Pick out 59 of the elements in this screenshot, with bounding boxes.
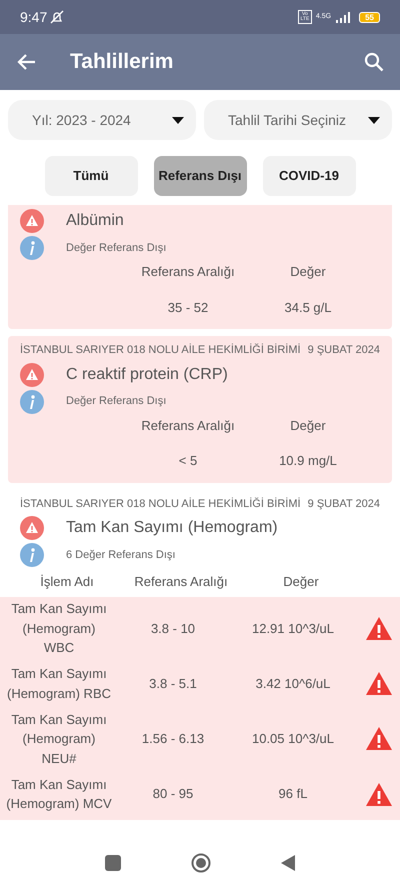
- status-note: Değer Referans Dışı: [66, 240, 166, 256]
- warning-icon: [20, 362, 44, 386]
- test-name: Tam Kan Sayımı (Hemogram) NEU#: [10, 710, 108, 768]
- warning-icon: [20, 516, 44, 540]
- warning-icon: [365, 616, 393, 641]
- reference-range: 80 - 95: [152, 785, 194, 804]
- test-name: C reaktif protein (CRP): [66, 364, 228, 384]
- home-icon[interactable]: [191, 853, 211, 873]
- warning-icon: [365, 671, 393, 696]
- column-header: İşlem Adı: [39, 573, 95, 592]
- column-header: Değer: [289, 416, 327, 435]
- dropdown[interactable]: Yıl: 2023 - 2024: [8, 100, 196, 140]
- result-value: 34.5 g/L: [284, 298, 332, 317]
- caret-icon: [368, 116, 380, 124]
- result-value: 3.42 10^6/uL: [254, 674, 332, 693]
- battery-indicator: 55: [359, 12, 380, 22]
- column-header: Referans Aralığı: [133, 573, 229, 592]
- column-header: Değer: [289, 263, 327, 281]
- filter-tab[interactable]: COVID-19: [262, 156, 356, 196]
- back-arrow-icon[interactable]: [16, 53, 36, 71]
- filter-tab[interactable]: Referans Dışı: [154, 156, 246, 196]
- column-header: Referans Aralığı: [140, 263, 236, 281]
- mute-icon: [50, 10, 64, 24]
- test-name: Tam Kan Sayımı (Hemogram) RBC: [6, 665, 112, 703]
- info-icon: [20, 390, 44, 414]
- result-value: 10.9 mg/L: [278, 452, 338, 470]
- column-header: Referans Aralığı: [140, 416, 236, 435]
- status-note: Değer Referans Dışı: [66, 394, 166, 410]
- test-date: 9 ŞUBAT 2024: [308, 343, 380, 358]
- warning-icon: [365, 782, 393, 806]
- reference-range: 35 - 52: [166, 298, 210, 316]
- dropdown[interactable]: Tahlil Tarihi Seçiniz: [204, 100, 392, 140]
- signal-icon: [335, 12, 352, 22]
- caret-icon: [172, 116, 184, 124]
- result-value: 96 fL: [278, 785, 308, 804]
- column-header: Değer: [282, 573, 320, 592]
- status-note: 6 Değer Referans Dışı: [66, 548, 176, 563]
- recents-icon[interactable]: [105, 855, 121, 871]
- reference-range: < 5: [178, 452, 198, 470]
- warning-icon: [365, 726, 393, 752]
- test-name: Tam Kan Sayımı (Hemogram) WBC: [10, 600, 108, 657]
- info-icon: [20, 236, 44, 260]
- reference-range: 1.56 - 6.13: [140, 730, 206, 748]
- reference-range: 3.8 - 10: [150, 620, 196, 638]
- screen-title: Tahlillerim: [70, 49, 174, 76]
- facility-name: İSTANBUL SARIYER 018 NOLU AİLE HEKİMLİĞİ BİRİMİ: [20, 342, 301, 358]
- test-date: 9 ŞUBAT 2024: [308, 496, 380, 512]
- warning-icon: [20, 209, 44, 233]
- clock-time: 9:47: [20, 8, 48, 26]
- test-name: Tam Kan Sayımı (Hemogram): [66, 518, 278, 538]
- facility-name: İSTANBUL SARIYER 018 NOLU AİLE HEKİMLİĞİ BİRİMİ: [20, 496, 301, 512]
- back-icon[interactable]: [281, 855, 295, 871]
- filter-tab[interactable]: Tümü: [44, 156, 138, 196]
- test-name: Tam Kan Sayımı (Hemogram) MCV: [5, 776, 113, 813]
- result-value: 10.05 10^3/uL: [250, 730, 335, 748]
- reference-range: 3.8 - 5.1: [148, 674, 198, 693]
- result-value: 12.91 10^3/uL: [250, 620, 335, 638]
- search-icon[interactable]: [364, 52, 384, 72]
- test-name: Albümin: [66, 211, 124, 231]
